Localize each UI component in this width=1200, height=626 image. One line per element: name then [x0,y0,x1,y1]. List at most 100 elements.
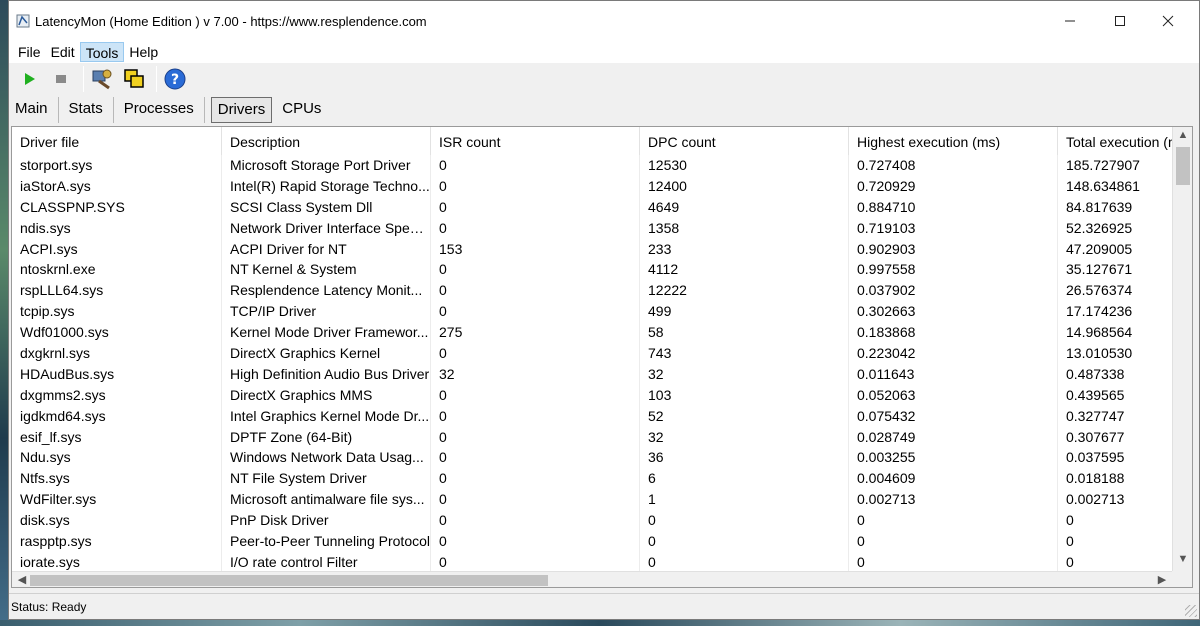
cell-description: Microsoft antimalware file sys... [222,489,431,511]
table-row[interactable]: storport.sys Microsoft Storage Port Drive… [12,155,1192,176]
cell-total-execution: 84.817639 [1058,196,1188,218]
menu-tools[interactable]: Tools [79,42,125,62]
table-row[interactable]: ntoskrnl.exe NT Kernel & System 0 4112 0.997… [12,259,1192,281]
cell-isr-count: 0 [431,175,640,197]
vertical-scroll-thumb[interactable] [1176,147,1190,185]
cell-isr-count: 0 [431,447,640,469]
tab-main[interactable]: Main [11,97,59,123]
vertical-scrollbar[interactable]: ▲ ▼ [1172,127,1192,571]
tab-cpus[interactable]: CPUs [278,97,331,123]
horizontal-scrollbar[interactable]: ◀ ▶ [12,571,1172,587]
cell-highest-execution: 0.037902 [849,280,1058,302]
table-row[interactable]: iaStorA.sys Intel(R) Rapid Storage Techno… [12,175,1192,197]
cell-isr-count: 0 [431,217,640,239]
stop-button[interactable] [47,66,75,92]
maximize-button[interactable] [1097,1,1143,41]
cell-dpc-count: 4649 [640,196,849,218]
table-row[interactable]: dxgmms2.sys DirectX Graphics MMS 0 103 0.052… [12,384,1192,406]
column-header-highest-execution[interactable]: Highest execution (ms) [849,127,1058,155]
menu-edit[interactable]: Edit [46,42,80,62]
start-button[interactable] [15,66,43,92]
table-body: storport.sys Microsoft Storage Port Drive… [12,155,1192,573]
cell-description: ACPI Driver for NT [222,238,431,260]
table-row[interactable]: HDAudBus.sys High Definition Audio Bus Dr… [12,363,1192,385]
table-row[interactable]: iorate.sys I/O rate control Filter 0 0 0 0 [12,551,1192,573]
column-header-total-execution[interactable]: Total execution (m [1058,127,1188,155]
cell-driver-file: WdFilter.sys [12,489,222,511]
title-bar[interactable]: LatencyMon (Home Edition ) v 7.00 - http… [9,1,1199,41]
close-button[interactable] [1145,1,1191,41]
toolbar: ? [9,63,1199,95]
cell-driver-file: dxgmms2.sys [12,384,222,406]
cell-dpc-count: 0 [640,510,849,532]
cell-dpc-count: 1 [640,489,849,511]
table-row[interactable]: esif_lf.sys DPTF Zone (64-Bit) 0 32 0.028749… [12,426,1192,448]
column-header-dpc-count[interactable]: DPC count [640,127,849,155]
column-header-description[interactable]: Description [222,127,431,155]
cell-isr-count: 0 [431,531,640,552]
cell-dpc-count: 0 [640,551,849,573]
cell-highest-execution: 0 [849,531,1058,552]
cell-dpc-count: 58 [640,322,849,344]
table-row[interactable]: ndis.sys Network Driver Interface Speci..… [12,217,1192,239]
cell-description: PnP Disk Driver [222,510,431,532]
tab-processes[interactable]: Processes [120,97,205,123]
tab-drivers[interactable]: Drivers [210,97,273,123]
cell-total-execution: 148.634861 [1058,175,1188,197]
cell-dpc-count: 233 [640,238,849,260]
desktop-background-bottom [0,620,1200,626]
cell-isr-count: 275 [431,322,640,344]
scroll-left-icon[interactable]: ◀ [12,573,32,586]
resize-grip-icon[interactable] [1185,605,1197,617]
cell-total-execution: 0 [1058,531,1188,552]
cell-highest-execution: 0.002713 [849,489,1058,511]
cell-total-execution: 52.326925 [1058,217,1188,239]
scroll-up-icon[interactable]: ▲ [1173,129,1192,141]
column-header-driver-file[interactable]: Driver file [12,127,222,155]
cell-total-execution: 14.968564 [1058,322,1188,344]
table-row[interactable]: disk.sys PnP Disk Driver 0 0 0 0 [12,510,1192,532]
table-row[interactable]: Ntfs.sys NT File System Driver 0 6 0.004609 0… [12,468,1192,490]
menu-help[interactable]: Help [124,42,163,62]
toolbar-separator [156,66,157,92]
cell-highest-execution: 0.075432 [849,405,1058,427]
cell-highest-execution: 0.028749 [849,426,1058,448]
tab-stats[interactable]: Stats [65,97,114,123]
table-row[interactable]: WdFilter.sys Microsoft antimalware file s… [12,489,1192,511]
table-row[interactable]: Wdf01000.sys Kernel Mode Driver Framewor.… [12,322,1192,344]
cell-driver-file: Wdf01000.sys [12,322,222,344]
maximize-icon [1115,16,1125,26]
table-header: Driver file Description ISR count DPC co… [12,127,1192,155]
cell-dpc-count: 4112 [640,259,849,281]
horizontal-scroll-thumb[interactable] [30,575,548,586]
table-row[interactable]: tcpip.sys TCP/IP Driver 0 499 0.302663 17.174… [12,301,1192,323]
cell-isr-count: 32 [431,363,640,385]
windows-button[interactable] [120,66,148,92]
tab-bar: Main Stats Processes Drivers CPUs [9,95,1199,123]
cell-description: NT File System Driver [222,468,431,490]
minimize-button[interactable] [1047,1,1093,41]
cell-driver-file: Ndu.sys [12,447,222,469]
table-row[interactable]: Ndu.sys Windows Network Data Usag... 0 36 0.… [12,447,1192,469]
cell-total-execution: 13.010530 [1058,343,1188,364]
table-row[interactable]: ACPI.sys ACPI Driver for NT 153 233 0.902903… [12,238,1192,260]
table-row[interactable]: igdkmd64.sys Intel Graphics Kernel Mode D… [12,405,1192,427]
cell-driver-file: igdkmd64.sys [12,405,222,427]
help-button[interactable]: ? [161,66,189,92]
desktop-background [0,0,8,626]
menu-file[interactable]: File [13,42,46,62]
table-row[interactable]: raspptp.sys Peer-to-Peer Tunneling Protoc… [12,531,1192,552]
app-window: LatencyMon (Home Edition ) v 7.00 - http… [8,0,1200,620]
cell-description: DPTF Zone (64-Bit) [222,426,431,448]
cell-isr-count: 0 [431,510,640,532]
cell-highest-execution: 0.004609 [849,468,1058,490]
scroll-right-icon[interactable]: ▶ [1152,573,1172,586]
table-row[interactable]: rspLLL64.sys Resplendence Latency Monit..… [12,280,1192,302]
scroll-down-icon[interactable]: ▼ [1173,553,1192,565]
cell-description: Peer-to-Peer Tunneling Protocol [222,531,431,552]
cell-highest-execution: 0.720929 [849,175,1058,197]
diagnostics-button[interactable] [88,66,116,92]
column-header-isr-count[interactable]: ISR count [431,127,640,155]
table-row[interactable]: CLASSPNP.SYS SCSI Class System Dll 0 4649 0.… [12,196,1192,218]
table-row[interactable]: dxgkrnl.sys DirectX Graphics Kernel 0 743 0.… [12,343,1192,364]
